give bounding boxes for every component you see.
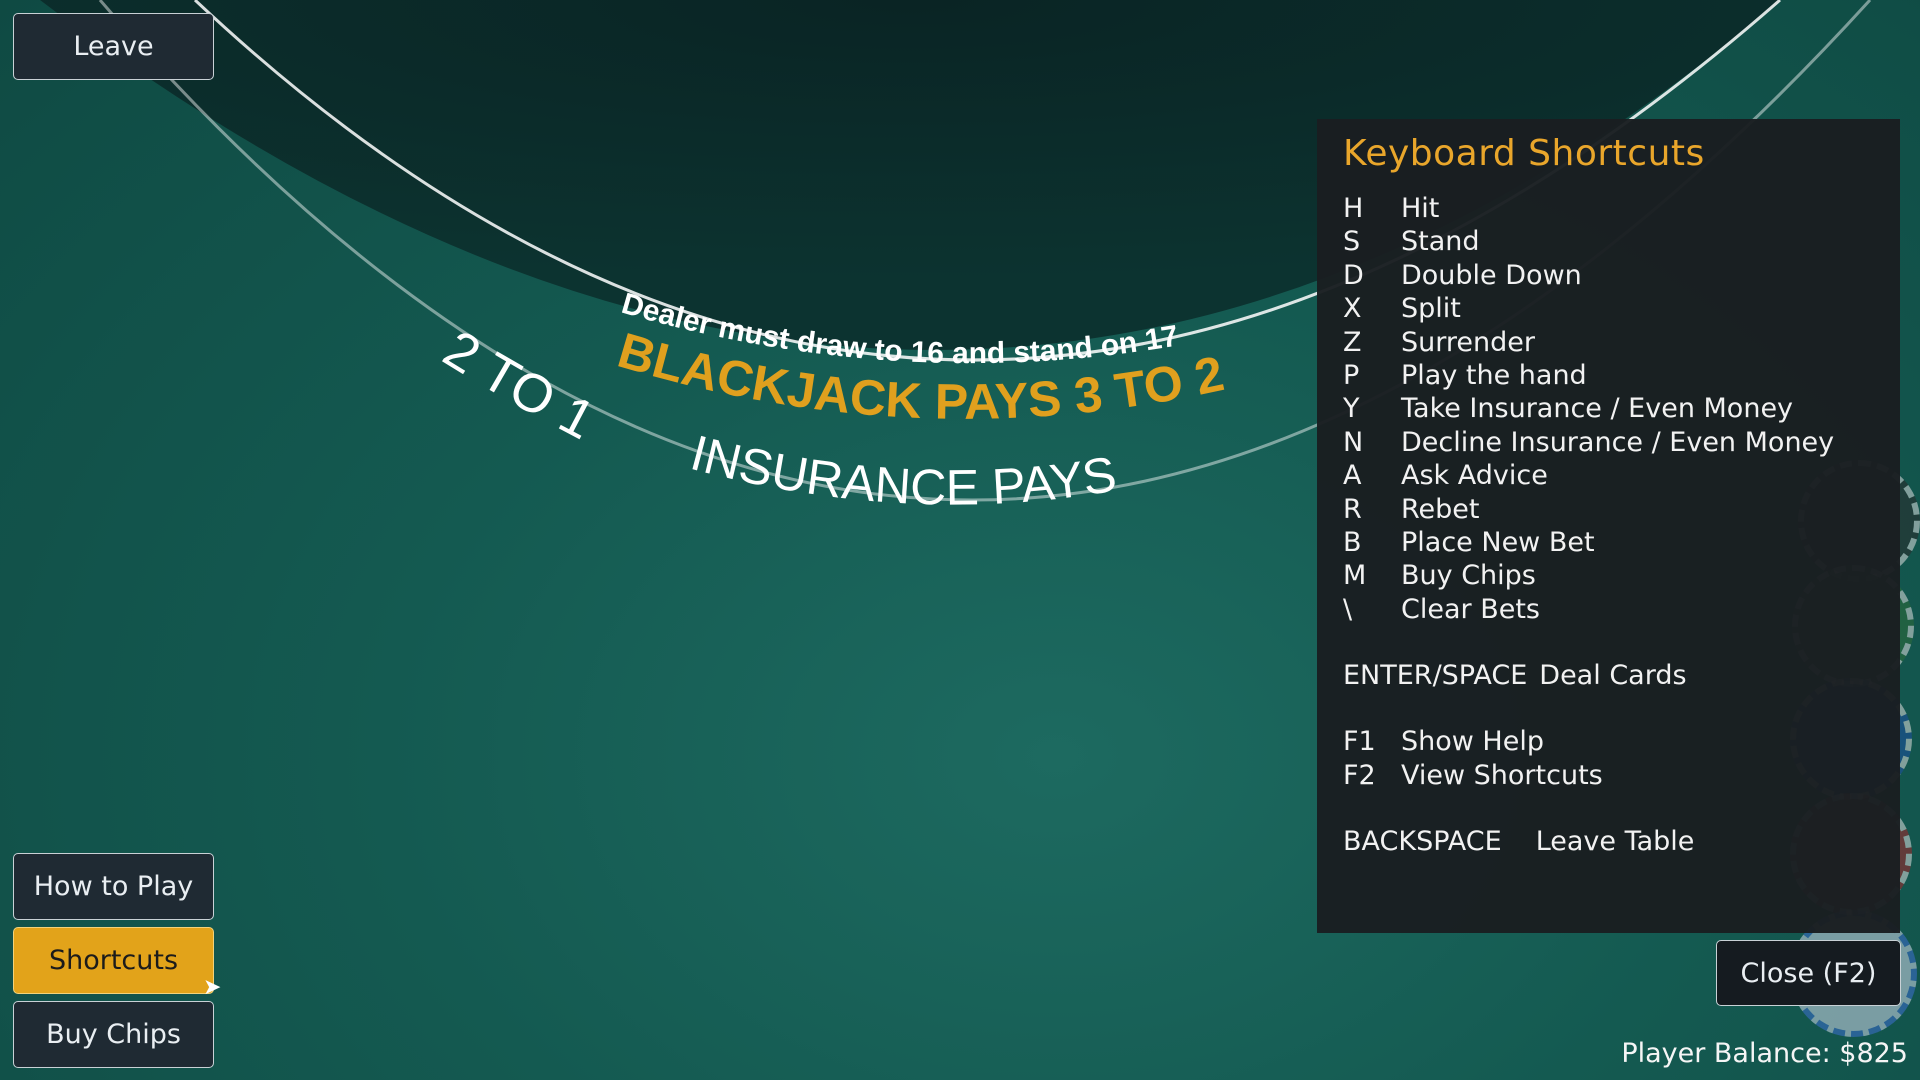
shortcut-row: Y Take Insurance / Even Money bbox=[1343, 392, 1874, 425]
shortcut-key: BACKSPACE bbox=[1343, 826, 1502, 858]
shortcut-action: Rebet bbox=[1401, 493, 1480, 525]
shortcut-action: Clear Bets bbox=[1401, 593, 1540, 625]
shortcut-key: Y bbox=[1343, 393, 1360, 425]
shortcut-action: Double Down bbox=[1401, 259, 1582, 291]
shortcut-action: Surrender bbox=[1401, 326, 1535, 358]
shortcut-row: B Place New Bet bbox=[1343, 526, 1874, 559]
shortcut-action: Deal Cards bbox=[1539, 660, 1687, 692]
shortcut-action: Hit bbox=[1401, 193, 1440, 224]
shortcut-key: N bbox=[1343, 426, 1364, 458]
close-shortcuts-button[interactable]: Close (F2) bbox=[1716, 940, 1901, 1006]
shortcut-key: S bbox=[1343, 226, 1361, 258]
shortcut-key: X bbox=[1343, 293, 1362, 325]
shortcut-key: ENTER/SPACE bbox=[1343, 660, 1528, 692]
shortcut-row: \ Clear Bets bbox=[1343, 593, 1874, 626]
shortcut-list: H Hit S Stand D Double Down X Split Z Surrender P P… bbox=[1343, 192, 1874, 626]
buy-chips-button[interactable]: Buy Chips bbox=[13, 1001, 214, 1068]
shortcut-key: A bbox=[1343, 460, 1362, 492]
shortcut-row: S Stand bbox=[1343, 225, 1874, 258]
shortcut-key: F2 bbox=[1343, 759, 1376, 791]
shortcut-action: Ask Advice bbox=[1401, 460, 1548, 492]
shortcuts-button[interactable]: Shortcuts bbox=[13, 927, 214, 994]
keyboard-shortcuts-panel: Keyboard Shortcuts H Hit S Stand D Double Dow… bbox=[1317, 119, 1900, 933]
leave-button[interactable]: Leave bbox=[13, 13, 214, 80]
player-balance: Player Balance: $825 bbox=[1621, 1038, 1908, 1069]
shortcut-key: Z bbox=[1343, 326, 1362, 358]
shortcut-row-deal: ENTER/SPACE Deal Cards bbox=[1343, 659, 1874, 692]
panel-title: Keyboard Shortcuts bbox=[1343, 133, 1705, 174]
shortcut-row: A Ask Advice bbox=[1343, 459, 1874, 492]
shortcut-row-shortcuts: F2 View Shortcuts bbox=[1343, 759, 1874, 792]
shortcut-row: H Hit bbox=[1343, 192, 1874, 225]
how-to-play-button[interactable]: How to Play bbox=[13, 853, 214, 920]
shortcut-row: N Decline Insurance / Even Money bbox=[1343, 426, 1874, 459]
shortcut-action: Buy Chips bbox=[1401, 560, 1536, 592]
shortcut-row-leave: BACKSPACE Leave Table bbox=[1343, 825, 1874, 858]
shortcut-action: View Shortcuts bbox=[1401, 759, 1603, 791]
mouse-cursor-icon: ➤ bbox=[203, 975, 222, 1000]
shortcut-row: M Buy Chips bbox=[1343, 559, 1874, 592]
shortcut-key: F1 bbox=[1343, 726, 1376, 758]
shortcut-key: P bbox=[1343, 359, 1360, 391]
shortcut-key: H bbox=[1343, 193, 1364, 224]
shortcut-row: D Double Down bbox=[1343, 259, 1874, 292]
shortcut-key: R bbox=[1343, 493, 1362, 525]
shortcut-row: R Rebet bbox=[1343, 493, 1874, 526]
shortcut-action: Play the hand bbox=[1401, 359, 1587, 391]
shortcut-row: X Split bbox=[1343, 292, 1874, 325]
shortcut-key: \ bbox=[1343, 593, 1353, 625]
shortcut-action: Decline Insurance / Even Money bbox=[1401, 426, 1835, 458]
shortcut-action: Split bbox=[1401, 293, 1461, 325]
shortcut-action: Show Help bbox=[1401, 726, 1544, 758]
shortcut-key: M bbox=[1343, 560, 1367, 592]
shortcut-row: P Play the hand bbox=[1343, 359, 1874, 392]
two-to-one-text: 2 TO 1 bbox=[433, 319, 604, 451]
shortcut-action: Take Insurance / Even Money bbox=[1401, 393, 1794, 425]
insurance-pays-text: INSURANCE PAYS bbox=[685, 425, 1120, 516]
shortcut-key: D bbox=[1343, 259, 1364, 291]
shortcut-row: Z Surrender bbox=[1343, 326, 1874, 359]
shortcut-row-help: F1 Show Help bbox=[1343, 725, 1874, 758]
shortcut-key: B bbox=[1343, 526, 1362, 558]
shortcut-action: Place New Bet bbox=[1401, 526, 1595, 558]
shortcut-action: Stand bbox=[1401, 226, 1480, 258]
shortcut-action: Leave Table bbox=[1535, 826, 1695, 858]
